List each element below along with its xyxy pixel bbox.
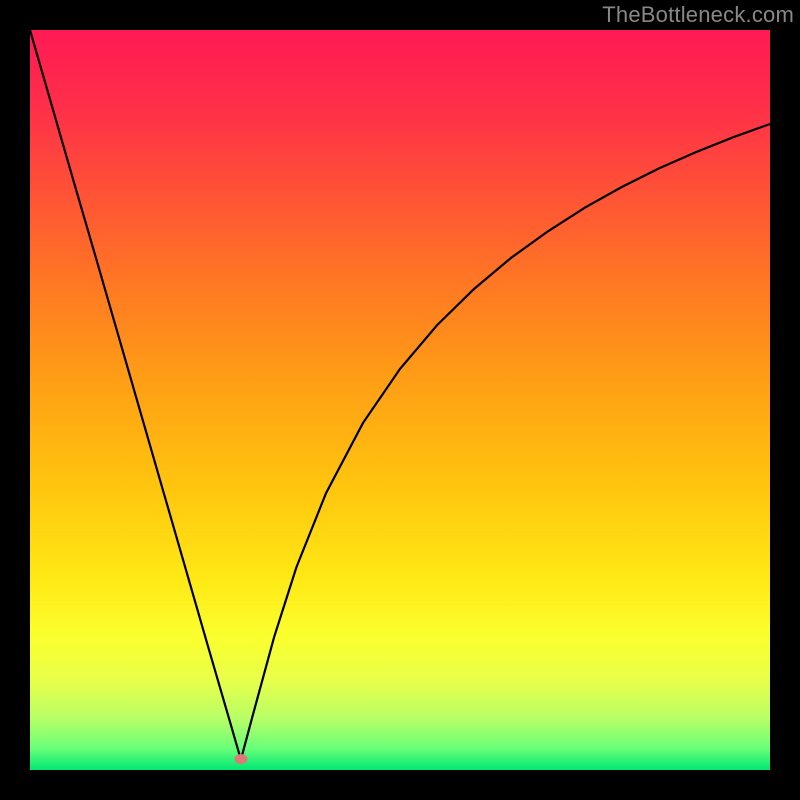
bottleneck-curve <box>30 30 770 760</box>
curve-layer <box>30 30 770 770</box>
chart-frame: TheBottleneck.com <box>0 0 800 800</box>
min-point-marker <box>234 754 247 764</box>
plot-area <box>30 30 770 770</box>
watermark-text: TheBottleneck.com <box>602 2 794 28</box>
